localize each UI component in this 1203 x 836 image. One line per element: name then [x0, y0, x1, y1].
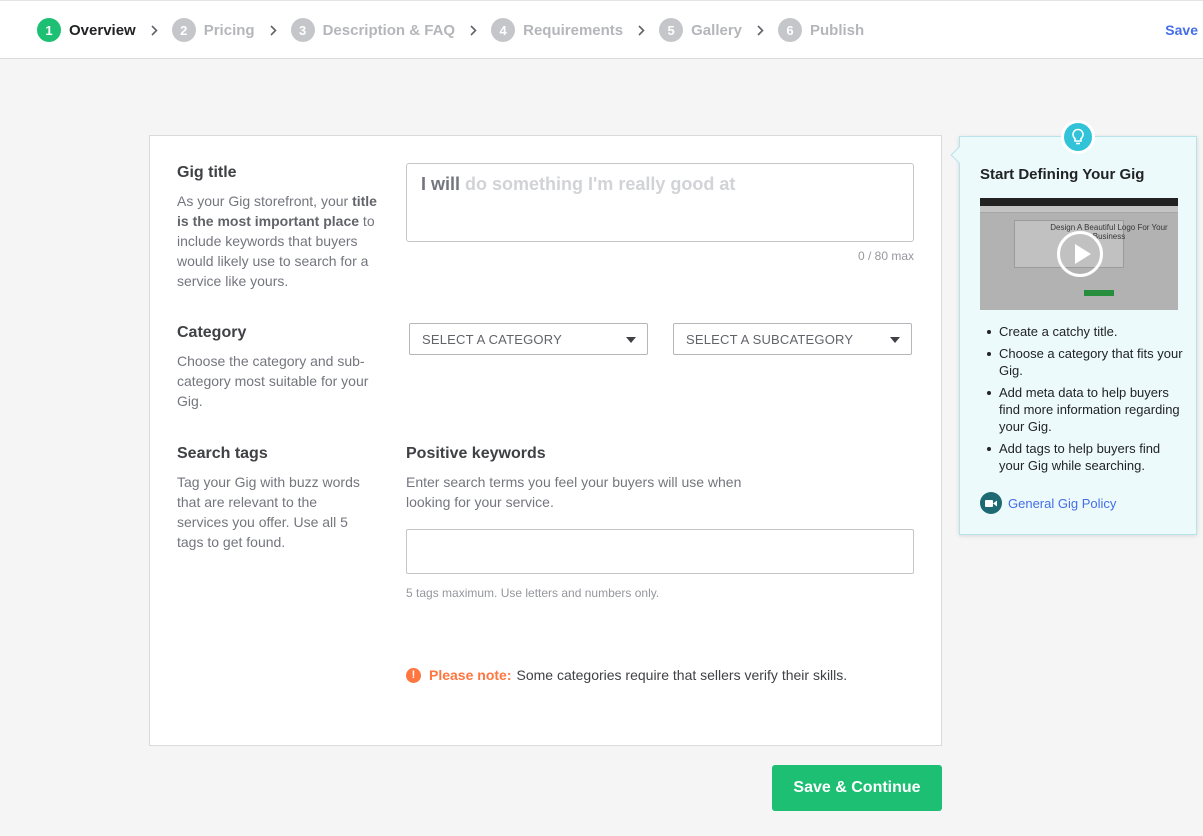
steps-list: 1 Overview 2 Pricing 3 Description & FAQ…	[37, 18, 864, 42]
gig-creation-stepper: 1 Overview 2 Pricing 3 Description & FAQ…	[0, 0, 1203, 59]
chevron-right-icon	[638, 24, 645, 36]
chevron-right-icon	[270, 24, 277, 36]
category-description: Choose the category and sub-category mos…	[177, 353, 369, 409]
lightbulb-icon	[1061, 120, 1095, 154]
step-number: 5	[659, 18, 684, 42]
step-label: Pricing	[203, 21, 255, 39]
info-icon: !	[406, 667, 421, 683]
subcategory-select[interactable]: SELECT A SUBCATEGORY	[673, 323, 912, 355]
gig-policy-label: General Gig Policy	[1008, 495, 1117, 511]
tips-pointer	[950, 146, 968, 164]
tips-title: Start Defining Your Gig	[980, 166, 1145, 183]
step-number: 1	[37, 18, 61, 42]
step-number: 4	[491, 18, 516, 42]
note-label: Please note:	[429, 667, 512, 683]
caret-down-icon	[626, 337, 636, 343]
step-requirements[interactable]: 4 Requirements	[491, 18, 623, 42]
step-number: 2	[171, 18, 196, 42]
tips-list: Create a catchy title. Choose a category…	[987, 323, 1184, 479]
gig-title-placeholder: do something I'm really good at	[465, 174, 736, 194]
tips-list-item: Create a catchy title.	[987, 323, 1184, 340]
step-number: 3	[290, 18, 315, 42]
category-note: ! Please note: Some categories require t…	[406, 667, 847, 683]
step-label: Description & FAQ	[322, 21, 456, 39]
video-camera-icon	[980, 492, 1002, 514]
step-label: Publish	[810, 21, 865, 39]
step-number: 6	[778, 18, 803, 42]
gig-title-heading: Gig title	[177, 164, 237, 181]
play-icon[interactable]	[1057, 231, 1103, 277]
tutorial-video[interactable]: Design A Beautiful Logo For Your Busines…	[980, 198, 1178, 310]
step-gallery[interactable]: 5 Gallery	[659, 18, 742, 42]
positive-keywords-description: Enter search terms you feel your buyers …	[406, 474, 742, 510]
overview-form-card: Gig title As your Gig storefront, your t…	[149, 135, 942, 746]
note-text: Some categories require that sellers ver…	[516, 667, 848, 683]
title-char-counter: 0 / 80 max	[857, 249, 914, 263]
tips-list-item: Choose a category that fits your Gig.	[987, 346, 1183, 378]
category-heading: Category	[177, 324, 247, 341]
tags-input[interactable]	[406, 529, 914, 574]
chevron-right-icon	[757, 24, 764, 36]
chevron-right-icon	[470, 24, 477, 36]
tips-list-item: Add tags to help buyers find your Gig wh…	[987, 440, 1184, 474]
step-pricing[interactable]: 2 Pricing	[171, 18, 255, 42]
step-description-faq[interactable]: 3 Description & FAQ	[290, 18, 456, 42]
caret-down-icon	[890, 337, 900, 343]
step-publish[interactable]: 6 Publish	[778, 18, 864, 42]
step-label: Requirements	[523, 21, 624, 39]
tips-panel: Start Defining Your Gig Design A Beautif…	[950, 120, 1197, 535]
search-tags-heading: Search tags	[177, 445, 268, 462]
step-label: Gallery	[691, 21, 743, 39]
step-overview[interactable]: 1 Overview	[37, 18, 136, 42]
subcategory-select-value: SELECT A SUBCATEGORY	[686, 332, 854, 347]
gig-title-desc-part: As your Gig storefront, your	[177, 193, 353, 209]
step-label: Overview	[69, 21, 136, 39]
category-select-value: SELECT A CATEGORY	[422, 332, 562, 347]
gig-title-input[interactable]: I will do something I'm really good at	[406, 163, 914, 242]
gig-policy-link[interactable]: General Gig Policy	[980, 492, 1116, 514]
positive-keywords-heading: Positive keywords	[406, 445, 546, 462]
save-continue-button[interactable]: Save & Continue	[772, 765, 942, 811]
category-select[interactable]: SELECT A CATEGORY	[409, 323, 648, 355]
tags-hint: 5 tags maximum. Use letters and numbers …	[406, 586, 660, 600]
search-tags-description: Tag your Gig with buzz words that are re…	[177, 474, 360, 550]
chevron-right-icon	[151, 24, 158, 36]
gig-title-description: As your Gig storefront, your title is th…	[177, 191, 377, 291]
save-link[interactable]: Save	[1165, 22, 1198, 38]
tips-list-item: Add meta data to help buyers find more i…	[987, 384, 1184, 435]
gig-title-prefix: I will	[421, 174, 461, 194]
